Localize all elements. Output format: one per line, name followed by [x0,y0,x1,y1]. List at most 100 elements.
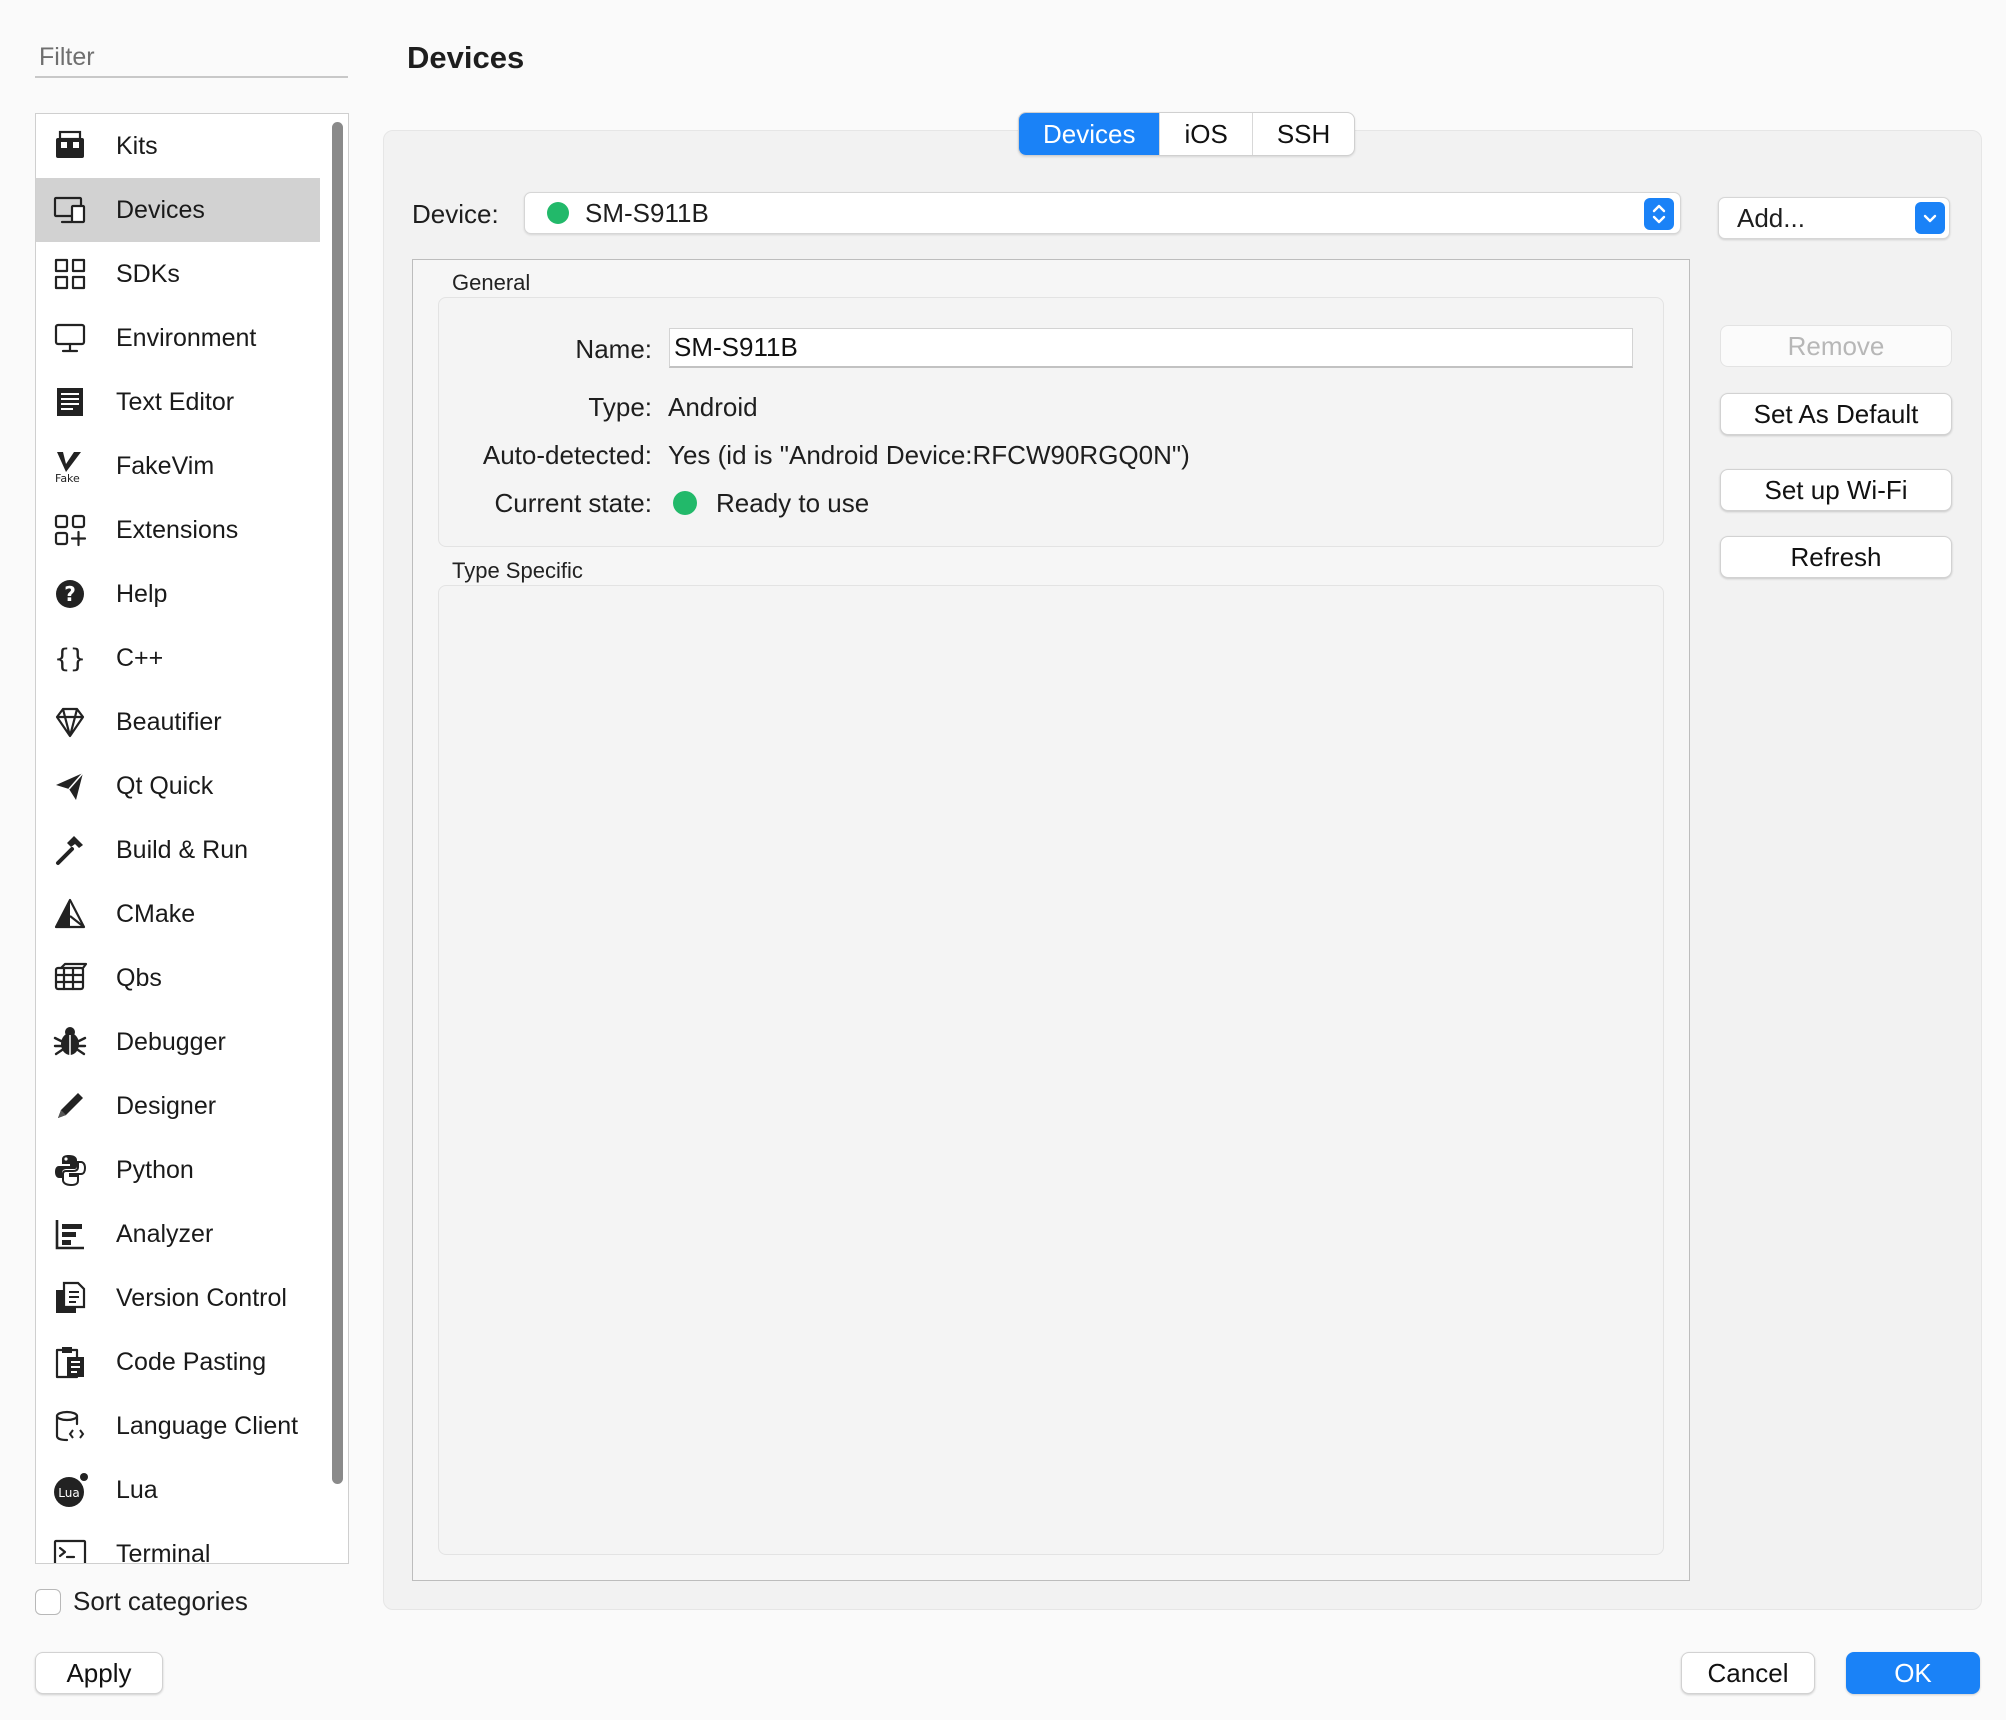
svg-text:Fake: Fake [55,472,80,484]
sidebar-item-label: Code Pasting [116,1347,267,1376]
sidebar-item-designer[interactable]: Designer [36,1074,320,1138]
chevron-down-icon [1915,202,1945,234]
tab-bar: Devices iOS SSH [1018,112,1356,156]
refresh-button[interactable]: Refresh [1720,536,1952,578]
version-control-icon [50,1278,90,1318]
sidebar-item-label: Help [116,579,168,608]
extensions-icon [50,510,90,550]
sidebar-item-beautifier[interactable]: Beautifier [36,690,320,754]
category-list: Kits Devices SDKs Environment Text Editor Fak… [35,113,349,1564]
sidebar-item-label: Language Client [116,1411,299,1440]
auto-detected-value: Yes (id is "Android Device:RFCW90RGQ0N") [668,440,1190,470]
sidebar-item-fakevim[interactable]: Fake FakeVim [36,434,320,498]
cancel-button[interactable]: Cancel [1681,1652,1815,1694]
sidebar-item-text-editor[interactable]: Text Editor [36,370,320,434]
apply-button[interactable]: Apply [35,1652,163,1694]
sidebar-item-version-control[interactable]: Version Control [36,1266,320,1330]
clipboard-icon [50,1342,90,1382]
type-label: Type: [588,392,652,422]
sidebar-item-label: C++ [116,643,164,672]
sidebar-item-sdks[interactable]: SDKs [36,242,320,306]
environment-icon [50,318,90,358]
filter-input[interactable] [35,38,348,78]
sidebar-item-label: Extensions [116,515,239,544]
svg-text:?: ? [64,582,76,606]
sidebar-item-kits[interactable]: Kits [36,114,320,178]
language-client-icon [50,1406,90,1446]
current-state-label: Current state: [494,488,652,518]
sidebar-item-cpp[interactable]: {} C++ [36,626,320,690]
fakevim-icon: Fake [50,446,90,486]
auto-detected-label: Auto-detected: [482,440,652,470]
sidebar-item-label: Devices [116,195,205,224]
sidebar-item-label: Qt Quick [116,771,214,800]
analyzer-icon [50,1214,90,1254]
current-state-value: Ready to use [716,488,870,518]
sort-categories-label: Sort categories [73,1586,248,1616]
general-group-title: General [452,270,531,295]
sidebar-item-label: Debugger [116,1027,226,1056]
sidebar-item-label: CMake [116,899,196,928]
sidebar-item-cmake[interactable]: CMake [36,882,320,946]
device-select[interactable]: SM-S911B [524,192,1681,234]
terminal-icon [50,1534,90,1563]
hammer-icon [50,830,90,870]
svg-text:{}: {} [54,644,85,674]
sidebar-item-terminal[interactable]: Terminal [36,1522,320,1563]
sidebar-item-python[interactable]: Python [36,1138,320,1202]
cmake-icon [50,894,90,934]
sidebar-item-label: Environment [116,323,257,352]
device-select-value: SM-S911B [585,197,709,228]
sidebar-item-language-client[interactable]: Language Client [36,1394,320,1458]
type-specific-group [438,585,1664,1555]
tab-ios[interactable]: iOS [1159,113,1251,155]
kits-icon [50,126,90,166]
type-specific-group-title: Type Specific [452,558,583,583]
sidebar-item-debugger[interactable]: Debugger [36,1010,320,1074]
set-as-default-button[interactable]: Set As Default [1720,393,1952,435]
sidebar-item-label: Text Editor [116,387,235,416]
name-input[interactable] [669,328,1633,368]
sidebar-item-label: Analyzer [116,1219,214,1248]
sidebar-item-qt-quick[interactable]: Qt Quick [36,754,320,818]
remove-button[interactable]: Remove [1720,325,1952,367]
sidebar-item-label: Kits [116,131,158,160]
category-list-scrollbar[interactable] [332,122,343,1484]
lua-icon: Lua [50,1470,90,1510]
ready-status-dot [673,491,697,515]
tab-ssh[interactable]: SSH [1251,113,1354,155]
sort-categories-checkbox[interactable] [35,1588,61,1615]
devices-icon [50,190,90,230]
set-up-wifi-button[interactable]: Set up Wi-Fi [1720,469,1952,511]
cpp-braces-icon: {} [50,638,90,678]
sidebar-item-environment[interactable]: Environment [36,306,320,370]
ok-button[interactable]: OK [1846,1652,1980,1694]
sidebar-item-label: Qbs [116,963,162,992]
name-label: Name: [575,334,652,364]
qbs-icon [50,958,90,998]
sidebar-item-help[interactable]: ? Help [36,562,320,626]
sidebar-item-code-pasting[interactable]: Code Pasting [36,1330,320,1394]
tab-devices[interactable]: Devices [1019,113,1160,155]
sidebar-item-analyzer[interactable]: Analyzer [36,1202,320,1266]
sidebar-item-label: Version Control [116,1283,287,1312]
sidebar-item-devices[interactable]: Devices [36,178,320,242]
sort-categories-row[interactable]: Sort categories [35,1586,248,1617]
svg-text:Lua: Lua [58,1486,79,1500]
add-device-dropdown[interactable]: Add... [1718,197,1950,239]
text-editor-icon [50,382,90,422]
help-icon: ? [50,574,90,614]
python-icon [50,1150,90,1190]
add-device-label: Add... [1737,202,1805,233]
pencil-icon [50,1086,90,1126]
sidebar-item-qbs[interactable]: Qbs [36,946,320,1010]
sidebar-item-build-run[interactable]: Build & Run [36,818,320,882]
bug-icon [50,1022,90,1062]
device-status-dot [547,202,569,224]
page-title: Devices [407,40,525,75]
sdks-icon [50,254,90,294]
sidebar-item-label: Designer [116,1091,217,1120]
sidebar-item-lua[interactable]: Lua Lua [36,1458,320,1522]
sidebar-item-extensions[interactable]: Extensions [36,498,320,562]
sidebar-item-label: Beautifier [116,707,222,736]
